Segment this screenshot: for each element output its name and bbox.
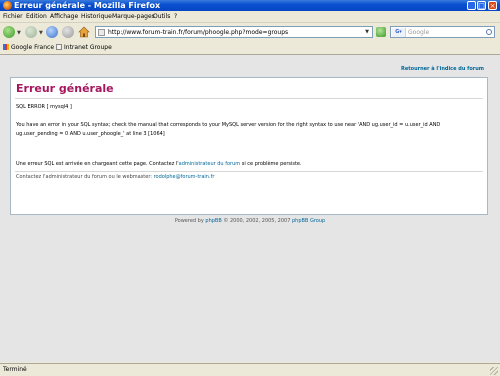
search-icon[interactable]	[486, 29, 492, 35]
status-text: Terminé	[3, 366, 27, 373]
back-button[interactable]	[3, 26, 15, 38]
menu-historique[interactable]: Historique	[81, 12, 112, 21]
generic-suffix: si ce problème persiste.	[240, 161, 302, 167]
admin-link[interactable]: administrateur du forum	[179, 161, 240, 167]
divider	[15, 171, 483, 172]
phpbb-group-link[interactable]: phpBB Group	[292, 218, 325, 224]
menu-marque-pages[interactable]: Marque-pages	[112, 12, 155, 21]
sql-error-heading: SQL ERROR [ mysql4 ]	[16, 104, 72, 110]
bookmark-google-france[interactable]: Google France	[3, 43, 54, 53]
page-favicon-icon	[56, 44, 62, 50]
bookmark-label: Google France	[11, 44, 55, 51]
google-favicon-icon	[3, 44, 9, 50]
bookmark-label: Intranet Groupe	[64, 44, 112, 51]
menu-edition[interactable]: Edition	[26, 12, 47, 21]
error-panel: Erreur générale SQL ERROR [ mysql4 ] You…	[10, 77, 488, 215]
reload-button[interactable]	[46, 26, 58, 38]
navigation-toolbar: ▼ ▼ http://www.forum-train.fr/forum/phoo…	[0, 23, 500, 42]
bookmark-intranet-groupe[interactable]: Intranet Groupe	[56, 43, 112, 53]
generic-prefix: Une erreur SQL est arrivée en chargeant …	[16, 161, 179, 167]
search-input[interactable]: Google	[408, 27, 429, 38]
stop-button[interactable]	[62, 26, 74, 38]
forward-button[interactable]	[25, 26, 37, 38]
footer-middle: © 2000, 2002, 2005, 2007	[221, 218, 292, 224]
footer: Powered by phpBB © 2000, 2002, 2005, 200…	[0, 218, 500, 224]
google-icon[interactable]: G▾	[392, 28, 406, 37]
minimize-button[interactable]: _	[467, 1, 476, 10]
webmaster-email-link[interactable]: rodolphe@forum-train.fr	[154, 174, 215, 180]
menu-affichage[interactable]: Affichage	[50, 12, 78, 21]
page-title: Erreur générale	[16, 82, 114, 95]
contact-line: Contactez l'administrateur du forum ou l…	[16, 174, 214, 180]
page-content: Retourner à l'indice du forum Erreur gén…	[0, 55, 500, 362]
resize-grip[interactable]	[490, 367, 498, 375]
maximize-button[interactable]: □	[477, 1, 486, 10]
window-title: Erreur générale - Mozilla Firefox	[14, 1, 161, 10]
sql-error-message: You have an error in your SQL syntax; ch…	[16, 122, 441, 137]
title-bar: Erreur générale - Mozilla Firefox _ □ ×	[0, 0, 500, 11]
menu-help[interactable]: ?	[174, 12, 177, 21]
divider	[15, 98, 483, 99]
url-text[interactable]: http://www.forum-train.fr/forum/phoogle.…	[108, 27, 288, 38]
bookmarks-toolbar: Google France Intranet Groupe	[0, 42, 500, 55]
url-bar[interactable]: http://www.forum-train.fr/forum/phoogle.…	[95, 26, 373, 38]
go-button[interactable]	[376, 27, 386, 37]
phpbb-link[interactable]: phpBB	[205, 218, 221, 224]
forward-dropdown-icon[interactable]: ▼	[39, 30, 43, 36]
close-button[interactable]: ×	[488, 1, 497, 10]
footer-prefix: Powered by	[174, 218, 206, 224]
return-to-index-link[interactable]: Retourner à l'indice du forum	[401, 66, 484, 72]
url-dropdown-icon[interactable]: ▼	[363, 28, 371, 37]
menu-outils[interactable]: Outils	[153, 12, 170, 21]
home-icon[interactable]	[78, 26, 90, 38]
menu-bar: Fichier Edition Affichage Historique Mar…	[0, 11, 500, 23]
status-bar: Terminé	[0, 363, 500, 376]
firefox-icon	[3, 1, 12, 10]
search-bar[interactable]: G▾ Google	[390, 26, 495, 38]
contact-prefix: Contactez l'administrateur du forum ou l…	[16, 174, 154, 180]
back-dropdown-icon[interactable]: ▼	[17, 30, 21, 36]
generic-error-message: Une erreur SQL est arrivée en chargeant …	[16, 161, 302, 167]
page-icon	[98, 29, 105, 36]
menu-fichier[interactable]: Fichier	[3, 12, 23, 21]
